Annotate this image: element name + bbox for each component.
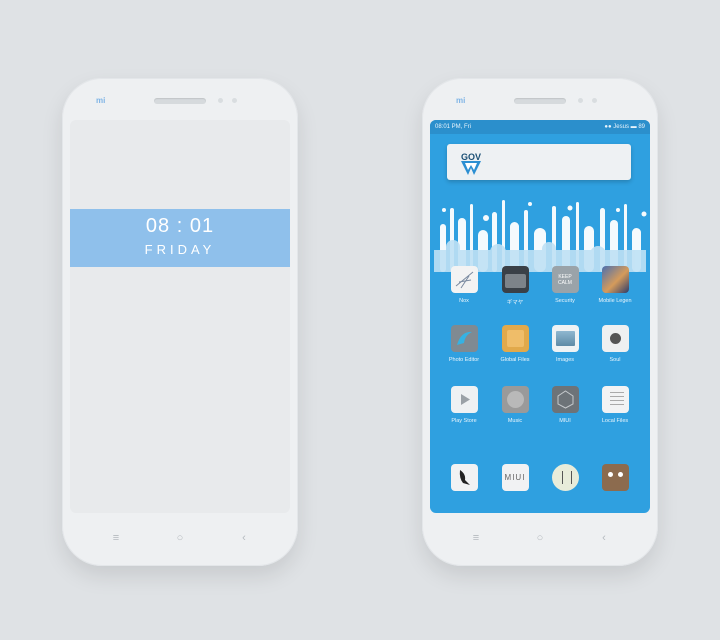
keep-calm-icon: KEEP CALM: [551, 266, 579, 293]
quote-icon: [551, 464, 579, 491]
gov-logo-icon: [461, 161, 481, 175]
music-icon: [501, 386, 529, 413]
app-label: Soul: [609, 357, 621, 363]
mi-logo: mi: [96, 96, 106, 105]
app-mobile-legends[interactable]: Mobile Legen: [590, 266, 640, 304]
app-folder-jp[interactable]: ギマヤ: [490, 266, 540, 306]
home-key-icon[interactable]: ○: [534, 532, 546, 544]
app-label: Nox: [459, 298, 469, 304]
app-security[interactable]: KEEP CALM Security: [540, 266, 590, 304]
app-images[interactable]: Images: [540, 325, 590, 363]
notes-icon: [601, 386, 629, 413]
app-label: ギマヤ: [506, 300, 524, 306]
menu-key-icon[interactable]: ≡: [470, 532, 482, 544]
folder-icon: [501, 266, 529, 293]
image-icon: [551, 325, 579, 352]
app-label: Photo Editor: [448, 357, 480, 363]
nox-icon: [450, 266, 478, 293]
home-screen[interactable]: 08:01 PM, Fri ●● Jesus ▬ 89 GOV Nox ギマヤ …: [430, 120, 650, 513]
soul-icon: [601, 325, 629, 352]
dock-app-2[interactable]: MIUI: [490, 464, 540, 491]
app-label: Music: [507, 418, 523, 424]
lock-clock-band: 08 : 01 FRIDAY: [70, 209, 290, 267]
gov-widget[interactable]: GOV: [447, 144, 631, 180]
app-photo-editor[interactable]: Photo Editor: [439, 325, 489, 363]
miui-icon: [551, 386, 579, 413]
menu-key-icon[interactable]: ≡: [110, 532, 122, 544]
dock-app-1[interactable]: [439, 464, 489, 491]
front-camera: [578, 98, 583, 103]
right-phone: mi 08:01 PM, Fri ●● Jesus ▬ 89 GOV Nox ギ…: [422, 78, 658, 566]
app-nox[interactable]: Nox: [439, 266, 489, 304]
left-phone: mi 08 : 01 FRIDAY ≡ ○ ‹: [62, 78, 298, 566]
animal-icon: [601, 464, 629, 491]
app-label: Mobile Legen: [598, 298, 632, 304]
back-key-icon[interactable]: ‹: [598, 532, 610, 544]
home-key-icon[interactable]: ○: [174, 532, 186, 544]
lock-time: 08 : 01: [145, 215, 215, 237]
mi-logo: mi: [456, 96, 466, 105]
navigation-bar: ≡ ○ ‹: [62, 532, 298, 544]
status-indicators: ●● Jesus ▬ 89: [604, 124, 645, 130]
app-label: Play Store: [451, 418, 477, 424]
app-play-store[interactable]: Play Store: [439, 386, 489, 424]
lock-day: FRIDAY: [144, 242, 216, 257]
app-soul[interactable]: Soul: [590, 325, 640, 363]
app-label: Images: [555, 357, 575, 363]
status-time: 08:01 PM, Fri: [435, 124, 472, 130]
folder-icon: [501, 325, 529, 352]
game-icon: [601, 266, 629, 293]
proximity-sensor: [232, 98, 237, 103]
earpiece-speaker: [514, 98, 566, 104]
app-label: MIUI: [559, 418, 571, 424]
skyline-wallpaper-art: [434, 200, 647, 272]
app-miui[interactable]: MIUI: [540, 386, 590, 424]
bird-icon: [450, 464, 478, 491]
app-label: Local Files: [601, 418, 629, 424]
lock-screen[interactable]: 08 : 01 FRIDAY: [70, 120, 290, 513]
proximity-sensor: [592, 98, 597, 103]
app-label: Global Files: [500, 357, 530, 363]
miui-text-icon: MIUI: [501, 464, 529, 491]
app-global-files[interactable]: Global Files: [490, 325, 540, 363]
app-music[interactable]: Music: [490, 386, 540, 424]
status-bar: 08:01 PM, Fri ●● Jesus ▬ 89: [430, 120, 650, 134]
photo-editor-icon: [450, 325, 478, 352]
play-icon: [450, 386, 478, 413]
earpiece-speaker: [154, 98, 206, 104]
app-label: Security: [555, 298, 575, 304]
navigation-bar: ≡ ○ ‹: [422, 532, 658, 544]
back-key-icon[interactable]: ‹: [238, 532, 250, 544]
dock-app-3[interactable]: [540, 464, 590, 491]
app-local-files[interactable]: Local Files: [590, 386, 640, 424]
dock-app-4[interactable]: [590, 464, 640, 491]
front-camera: [218, 98, 223, 103]
